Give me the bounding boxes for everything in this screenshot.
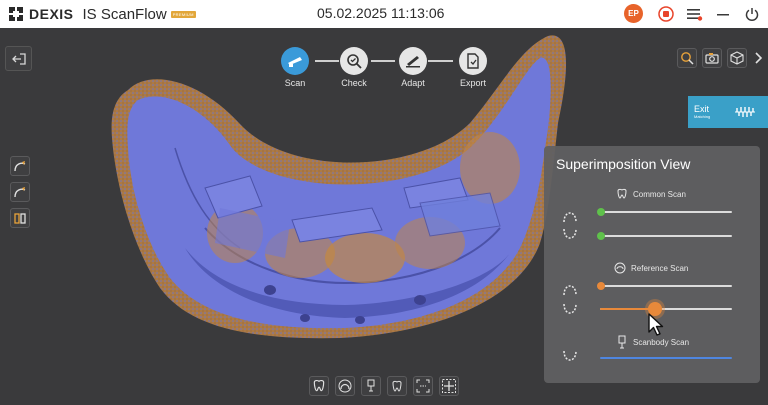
arch-icon [14,161,26,172]
tooth-icon [313,379,325,392]
camera-icon [705,53,719,64]
exit-matching-label: Exit [694,104,710,114]
reference-scan-icon [614,262,626,274]
exit-left-button[interactable] [5,46,32,71]
arch-icon [14,187,26,198]
brand-logo: DEXIS IS ScanFlow PREMIUM [8,6,196,23]
zoom-icon [681,52,694,65]
cube-icon [730,51,744,65]
adapt-tool-icon [406,56,420,68]
fit-icon [416,379,430,393]
app-window: DEXIS IS ScanFlow PREMIUM 05.02.2025 11:… [0,0,768,405]
slider-knob[interactable] [597,232,605,240]
scanbody-scan-label: Scanbody Scan [633,337,690,347]
panel-title: Superimposition View [556,156,691,172]
tooth-view-button[interactable] [309,376,329,396]
teeth-icon [735,107,756,117]
slider-knob[interactable] [597,282,605,290]
upper-jaw-icon [563,285,577,296]
app-title: IS ScanFlow [82,5,167,23]
scanbody-scan-slider[interactable] [600,357,732,359]
scanner-icon [288,57,302,67]
fit-view-button[interactable] [413,376,433,396]
datetime: 05.02.2025 11:13:06 [317,5,445,21]
stop-icon [658,6,674,22]
superimposition-panel: Superimposition View Common Scan Referen… [544,146,760,383]
minimize-button[interactable] [713,4,733,24]
common-scan-header: Common Scan [616,188,686,200]
step-scan[interactable]: Scan [270,47,320,88]
scanbody-icon [14,213,26,224]
exit-matching-text: Exit Matching [694,104,710,120]
exit-matching-button[interactable]: Exit Matching [688,96,768,128]
step-check[interactable]: Check [329,47,379,88]
reference-scan-lower-slider[interactable] [600,302,732,316]
step-scan-circle [281,47,309,75]
step-adapt-circle [399,47,427,75]
lower-jaw-icon [563,350,577,361]
zoom-tool-button[interactable] [677,48,697,68]
step-export[interactable]: Export [448,47,498,88]
exit-matching-sublabel: Matching [694,114,711,119]
snapshot-button[interactable] [702,48,722,68]
view-cube-button[interactable] [727,48,747,68]
lower-jaw-icon [563,228,577,239]
slider-knob[interactable] [597,208,605,216]
arch-tool-upper[interactable] [10,156,30,176]
step-label: Check [341,78,367,88]
step-label: Scan [284,78,306,88]
slider-fill [600,308,655,310]
chevron-right-icon [755,52,763,64]
scanbody-view-button[interactable] [387,376,407,396]
arch-view-icon [338,379,352,393]
stop-recording-button[interactable] [656,4,676,24]
expand-panel-button[interactable] [750,48,766,68]
implant-icon [367,379,375,392]
power-button[interactable] [742,4,762,24]
common-scan-upper-slider[interactable] [597,208,732,216]
title-bar: DEXIS IS ScanFlow PREMIUM 05.02.2025 11:… [0,0,768,28]
tooth-icon [617,188,627,199]
step-export-circle [459,47,487,75]
step-adapt[interactable]: Adapt [388,47,438,88]
scan-viewport[interactable]: Scan Check Adapt Export Exit Matching Su… [0,28,768,405]
edition-badge: PREMIUM [170,10,196,18]
user-avatar[interactable]: EP [624,4,643,23]
plus-icon [442,379,456,393]
exit-icon [11,52,26,65]
menu-button[interactable] [684,4,704,24]
common-scan-lower-slider[interactable] [597,232,732,240]
export-icon [467,53,479,69]
arch-tool-lower[interactable] [10,182,30,202]
reference-scan-upper-slider[interactable] [597,282,732,290]
dexis-logo-icon [9,7,23,21]
scanbody-tool[interactable] [10,208,30,228]
common-scan-label: Common Scan [633,189,686,199]
step-label: Adapt [401,78,425,88]
power-icon [745,8,759,21]
step-check-circle [340,47,368,75]
lower-jaw-icon [563,303,577,314]
add-view-button[interactable] [439,376,459,396]
implant-view-button[interactable] [361,376,381,396]
arch-view-button[interactable] [335,376,355,396]
minimize-icon [717,14,729,16]
menu-icon [687,9,703,21]
mouse-cursor-icon [648,313,664,336]
scanbody-icon [618,335,626,349]
magnify-check-icon [347,54,362,69]
brand-name: DEXIS [29,6,74,22]
step-label: Export [459,78,486,88]
scanbody-tooth-icon [392,380,402,392]
reference-scan-header: Reference Scan [614,262,688,274]
reference-scan-label: Reference Scan [631,263,689,273]
upper-jaw-icon [563,212,577,223]
